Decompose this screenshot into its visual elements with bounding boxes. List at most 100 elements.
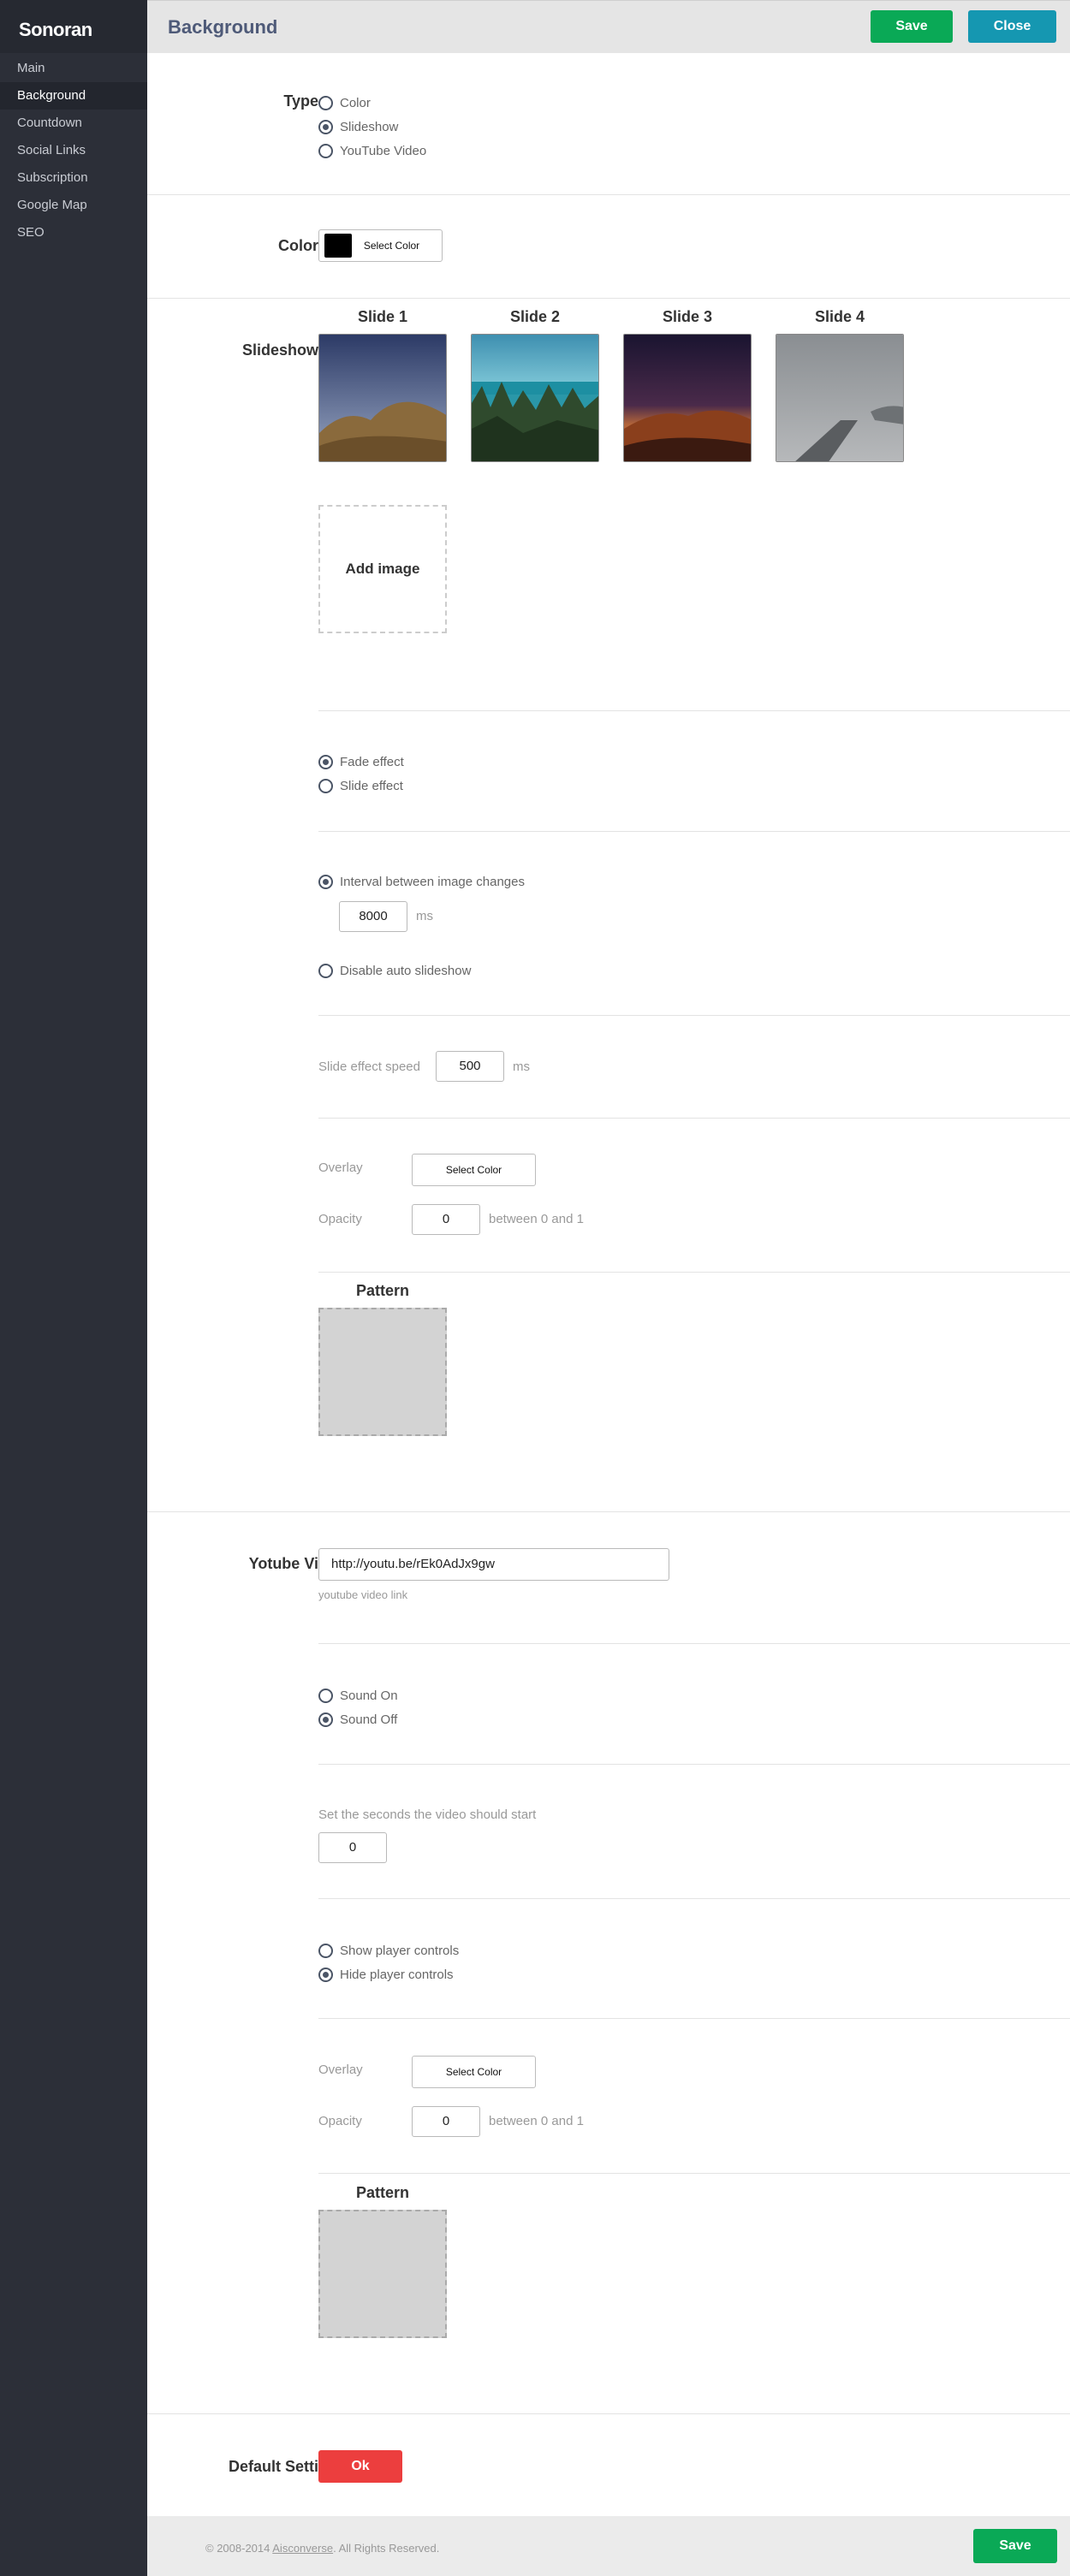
sidebar-item-subscription[interactable]: Subscription [0,164,147,192]
interval-radio[interactable]: Interval between image changes [318,875,525,889]
divider [318,2173,1070,2174]
opacity-hint: between 0 and 1 [489,1212,584,1226]
fade-effect-radio[interactable]: Fade effect [318,755,404,769]
radio-circle [318,120,333,134]
slide-2-thumbnail[interactable] [471,334,599,462]
start-seconds-input[interactable]: 0 [318,1832,387,1863]
overlay-select-color-button[interactable]: Select Color [412,1154,536,1186]
divider [318,710,1070,711]
type-radio-youtube[interactable]: YouTube Video [318,144,426,158]
youtube-url-input[interactable]: http://youtu.be/rEk0AdJx9gw [318,1548,669,1581]
radio-circle [318,144,333,158]
radio-circle [318,1689,333,1703]
ok-button[interactable]: Ok [318,2450,402,2483]
slide-2-image [472,335,598,461]
type-label: Type [283,92,318,110]
divider [318,1898,1070,1899]
slide-1-image [319,335,446,461]
divider [147,298,1070,299]
interval-input[interactable]: 8000 [339,901,407,932]
radio-label: Fade effect [340,755,404,769]
overlay-label: Overlay [318,1160,363,1175]
color-swatch [324,234,352,258]
hide-controls-radio[interactable]: Hide player controls [318,1968,454,1982]
sidebar: Sonoran Main Background Countdown Social… [0,0,147,2576]
radio-circle [318,755,333,769]
copyright-prefix: © 2008-2014 [205,2542,273,2555]
divider [318,1272,1070,1273]
radio-circle [318,1944,333,1958]
radio-label: YouTube Video [340,144,427,158]
company-link[interactable]: Aisconverse [272,2542,333,2555]
radio-label: Slide effect [340,779,403,793]
divider [318,1764,1070,1765]
page-title: Background [168,16,278,38]
radio-label: Disable auto slideshow [340,964,472,978]
radio-circle [318,875,333,889]
sidebar-item-seo[interactable]: SEO [0,219,147,246]
radio-circle [318,964,333,978]
sidebar-item-main[interactable]: Main [0,55,147,82]
copyright-text: © 2008-2014 Aisconverse. All Rights Rese… [205,2542,439,2555]
slideshow-label: Slideshow [241,341,318,359]
slide-4-image [776,335,903,461]
sidebar-item-social-links[interactable]: Social Links [0,137,147,164]
footer: © 2008-2014 Aisconverse. All Rights Rese… [147,2516,1070,2576]
opacity-label: Opacity [318,1212,362,1226]
sidebar-item-countdown[interactable]: Countdown [0,110,147,137]
slide-3-thumbnail[interactable] [623,334,752,462]
radio-label: Color [340,96,371,110]
slide-3-title: Slide 3 [662,308,713,325]
type-radio-color[interactable]: Color [318,96,371,110]
opacity-input[interactable]: 0 [412,1204,480,1235]
radio-label: Interval between image changes [340,875,525,889]
yt-opacity-input[interactable]: 0 [412,2106,480,2137]
pattern-picker[interactable] [318,1308,447,1436]
save-button[interactable]: Save [871,10,953,43]
select-color-label: Select Color [363,240,420,252]
radio-circle [318,779,333,793]
divider [147,1511,1070,1512]
divider [318,1118,1070,1119]
yt-pattern-picker[interactable] [318,2210,447,2338]
sound-on-radio[interactable]: Sound On [318,1689,398,1703]
yt-opacity-hint: between 0 and 1 [489,2114,584,2128]
sound-off-radio[interactable]: Sound Off [318,1712,397,1727]
divider [318,2018,1070,2019]
sidebar-item-google-map[interactable]: Google Map [0,192,147,219]
type-radio-slideshow[interactable]: Slideshow [318,120,398,134]
yt-overlay-label: Overlay [318,2063,363,2077]
radio-circle [318,1968,333,1982]
radio-label: Sound On [340,1689,398,1703]
speed-unit: ms [513,1059,530,1074]
radio-circle [318,1712,333,1727]
footer-save-button[interactable]: Save [973,2529,1057,2563]
speed-label: Slide effect speed [318,1059,420,1074]
default-settings-label: Default Settings [228,2458,346,2475]
close-button[interactable]: Close [968,10,1056,43]
slide-effect-radio[interactable]: Slide effect [318,779,403,793]
add-image-button[interactable]: Add image [318,505,447,633]
youtube-url-hint: youtube video link [318,1588,408,1601]
radio-label: Sound Off [340,1712,398,1727]
slide-2-title: Slide 2 [509,308,561,325]
disable-auto-radio[interactable]: Disable auto slideshow [318,964,471,978]
radio-circle [318,96,333,110]
start-seconds-label: Set the seconds the video should start [318,1807,537,1822]
slide-1-title: Slide 1 [357,308,408,325]
divider [318,1015,1070,1016]
speed-input[interactable]: 500 [436,1051,504,1082]
copyright-suffix: . All Rights Reserved. [333,2542,440,2555]
color-label: Color [278,237,318,254]
sidebar-item-background[interactable]: Background [0,82,147,110]
main-content: Type Color Slideshow YouTube Video Color… [147,53,1070,2516]
slide-1-thumbnail[interactable] [318,334,447,462]
slide-4-thumbnail[interactable] [776,334,904,462]
youtube-label: Yotube Video [248,1555,346,1572]
show-controls-radio[interactable]: Show player controls [318,1944,459,1958]
radio-label: Show player controls [340,1944,460,1958]
pattern-title: Pattern [355,1282,409,1299]
select-color-button[interactable]: Select Color [318,229,443,262]
yt-overlay-select-color-button[interactable]: Select Color [412,2056,536,2088]
slide-4-title: Slide 4 [814,308,865,325]
